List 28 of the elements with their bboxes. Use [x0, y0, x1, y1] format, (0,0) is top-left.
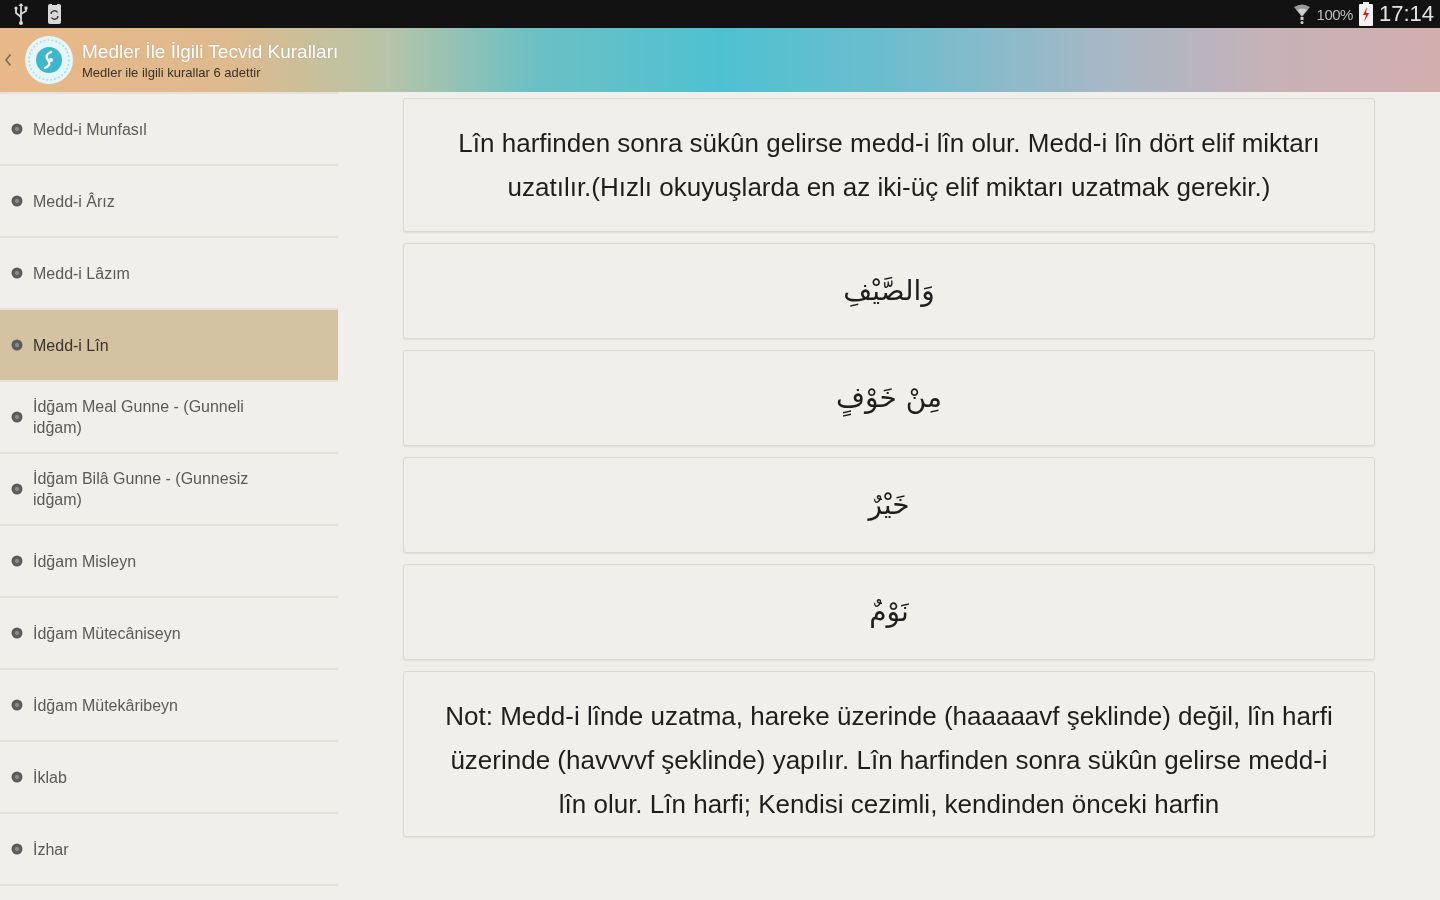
- flower-bullet-icon: [11, 339, 23, 351]
- arabic-word: خَيْرٌ: [868, 487, 910, 523]
- arabic-word: مِنْ خَوْفٍ: [836, 378, 942, 418]
- flower-bullet-icon: [11, 771, 23, 783]
- explanation-text: Not: Medd-i lînde uzatma, hareke üzerinde (haaaaavf şeklinde) değil, lîn harfi üzerinde (havvvvf şeklinde) yapılır. Lîn harfinden sonra sükûn gelirse medd-i lîn olur. Lîn harfi; Kendisi cezimli, kendinden önceki harfin: [403, 671, 1375, 837]
- arabic-word: نَوْمٌ: [869, 594, 909, 630]
- flower-bullet-icon: [11, 843, 23, 855]
- back-chevron-icon[interactable]: [4, 53, 12, 67]
- flower-bullet-icon: [11, 195, 23, 207]
- explanation-text: Lîn harfinden sonra sükûn gelirse medd-i lîn olur. Medd-i lîn dört elif miktarı uzatılır.(Hızlı okuyuşlarda en az iki-üç elif miktarı uzatmak gerekir.): [403, 98, 1375, 232]
- phone-refresh-icon: [47, 3, 62, 25]
- header-subtitle: Medler ile ilgili kurallar 6 adettir: [82, 64, 262, 80]
- battery-charging-icon: [1358, 2, 1373, 26]
- sidebar-item[interactable]: Medd-i Lîn: [0, 310, 338, 382]
- flower-bullet-icon: [11, 411, 23, 423]
- clock-time: 17:14: [1378, 1, 1434, 27]
- wifi-icon: [1292, 4, 1311, 24]
- battery-percent: 100%: [1316, 5, 1353, 23]
- flower-bullet-icon: [11, 555, 23, 567]
- flower-bullet-icon: [11, 627, 23, 639]
- arabic-word: وَالصَّيْفِ: [843, 273, 935, 309]
- usb-icon: [13, 3, 29, 25]
- app-logo-icon: [24, 35, 74, 85]
- flower-bullet-icon: [11, 267, 23, 279]
- flower-bullet-icon: [11, 123, 23, 135]
- flower-bullet-icon: [11, 483, 23, 495]
- header-title: Medler İle İlgili Tecvid Kuralları: [82, 40, 339, 63]
- flower-bullet-icon: [11, 699, 23, 711]
